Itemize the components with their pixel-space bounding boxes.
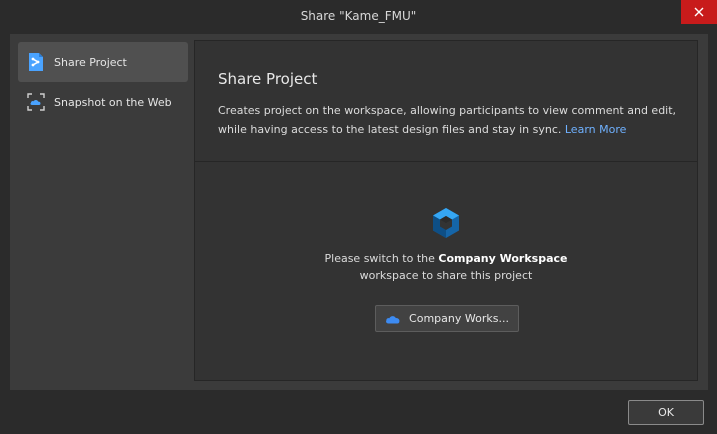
switch-suffix-text: workspace to share this project [359, 269, 533, 282]
switch-workspace-section: Please switch to the Company Workspace w… [195, 206, 697, 284]
sidebar-item-share-project[interactable]: Share Project [18, 42, 188, 82]
dialog-body: Share Project Snapshot on the Web Share … [10, 34, 708, 390]
learn-more-link[interactable]: Learn More [565, 123, 627, 136]
ok-button[interactable]: OK [628, 400, 704, 425]
title-bar: Share "Kame_FMU" [0, 0, 717, 32]
window-title: Share "Kame_FMU" [300, 9, 417, 23]
sidebar-item-snapshot-on-the-web[interactable]: Snapshot on the Web [18, 82, 188, 122]
workspace-name-text: Company Workspace [438, 252, 568, 265]
switch-workspace-message: Please switch to the Company Workspace w… [195, 250, 697, 284]
workspace-button-label: Company Works... [409, 312, 509, 325]
company-workspace-button[interactable]: Company Works... [375, 305, 519, 332]
cloud-icon [385, 313, 401, 324]
page-title: Share Project [218, 70, 318, 88]
close-icon [694, 7, 704, 17]
sidebar-item-label: Snapshot on the Web [54, 95, 172, 109]
sidebar: Share Project Snapshot on the Web [18, 42, 188, 122]
snapshot-icon [26, 92, 46, 112]
switch-prefix-text: Please switch to the [324, 252, 435, 265]
close-button[interactable] [681, 0, 717, 24]
workspace-logo-icon [429, 206, 463, 240]
panel-description: Creates project on the workspace, allowi… [218, 101, 688, 139]
share-project-icon [26, 52, 46, 72]
dialog-footer: OK [0, 392, 717, 434]
share-project-panel: Share Project Creates project on the wor… [194, 40, 698, 381]
sidebar-item-label: Share Project [54, 55, 127, 69]
panel-header: Share Project Creates project on the wor… [195, 41, 697, 162]
